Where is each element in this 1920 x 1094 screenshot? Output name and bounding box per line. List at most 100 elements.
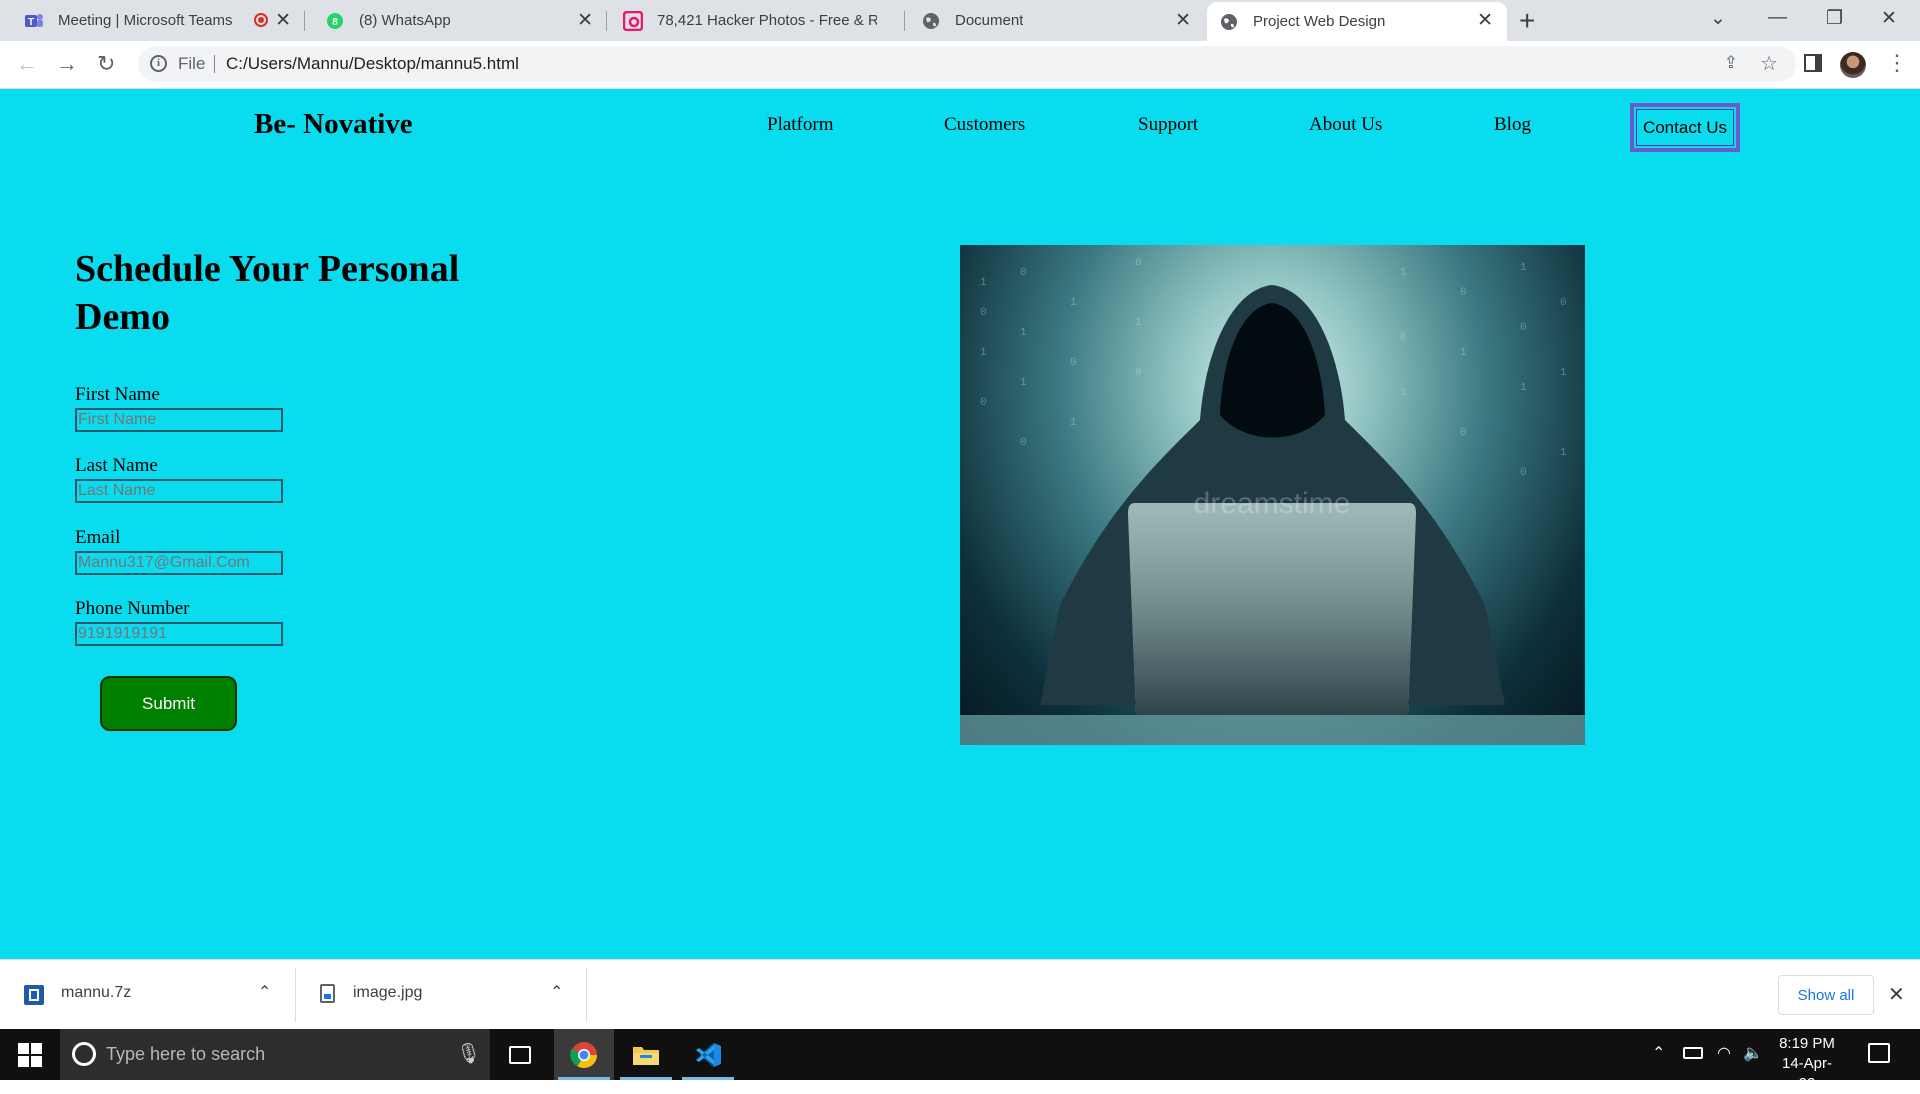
- svg-text:0: 0: [980, 397, 987, 409]
- back-icon[interactable]: ←: [16, 50, 38, 78]
- image-file-icon: [320, 984, 335, 1003]
- email-label: Email: [75, 527, 121, 548]
- chevron-up-icon[interactable]: ⌃: [550, 982, 563, 1002]
- svg-text:1: 1: [1020, 327, 1027, 339]
- volume-icon[interactable]: 🔈: [1743, 1043, 1763, 1063]
- page-heading: Schedule Your Personal Demo: [75, 248, 460, 338]
- svg-text:0: 0: [1400, 332, 1407, 344]
- close-tab-icon[interactable]: ✕: [577, 11, 593, 30]
- close-tab-icon[interactable]: ✕: [1175, 11, 1191, 30]
- divider: [214, 55, 215, 73]
- submit-button[interactable]: Submit: [100, 676, 237, 731]
- wifi-icon[interactable]: ◠: [1717, 1043, 1731, 1063]
- info-icon[interactable]: i: [150, 55, 167, 72]
- minimize-icon[interactable]: —: [1768, 7, 1787, 29]
- clock-date: 14-Apr-22: [1781, 1055, 1833, 1092]
- chevron-up-icon[interactable]: ⌃: [258, 982, 271, 1002]
- new-tab-icon[interactable]: +: [1519, 7, 1535, 35]
- address-bar[interactable]: i File C:/Users/Mannu/Desktop/mannu5.htm…: [138, 46, 1796, 82]
- phone-label: Phone Number: [75, 598, 190, 619]
- file-explorer-icon[interactable]: [616, 1029, 676, 1080]
- share-icon[interactable]: ⇪: [1724, 53, 1738, 73]
- tab-hacker-photos[interactable]: 78,421 Hacker Photos - Free & R: [607, 0, 905, 41]
- tab-search-icon[interactable]: ⌄: [1710, 7, 1726, 30]
- download-item[interactable]: image.jpg ⌃: [296, 960, 586, 1030]
- close-downloads-icon[interactable]: ✕: [1888, 982, 1905, 1007]
- close-window-icon[interactable]: ✕: [1881, 7, 1897, 30]
- download-item[interactable]: mannu.7z ⌃: [0, 960, 295, 1030]
- phone-field[interactable]: [75, 622, 283, 646]
- windows-taskbar: Type here to search 🎙 ⌃ ◠ 🔈 8:19 PM 14-A…: [0, 1029, 1920, 1092]
- downloads-bar: mannu.7z ⌃ image.jpg ⌃ Show all ✕: [0, 959, 1920, 1029]
- tab-teams[interactable]: T Meeting | Microsoft Teams ✕: [0, 0, 305, 41]
- svg-text:8: 8: [332, 17, 338, 28]
- nav-about-us[interactable]: About Us: [1309, 114, 1382, 136]
- download-filename: mannu.7z: [61, 984, 132, 1001]
- notifications-icon[interactable]: [1868, 1043, 1890, 1063]
- cortana-icon: [72, 1042, 96, 1066]
- windows-start-icon[interactable]: [18, 1043, 42, 1067]
- teams-icon: T: [24, 11, 44, 31]
- vscode-icon[interactable]: [678, 1029, 738, 1080]
- bookmark-star-icon[interactable]: ☆: [1760, 51, 1778, 76]
- menu-kebab-icon[interactable]: ⋮: [1886, 50, 1908, 76]
- globe-icon: [1219, 12, 1239, 32]
- task-view-icon[interactable]: [490, 1029, 550, 1080]
- svg-text:1: 1: [1560, 367, 1567, 379]
- nav-support[interactable]: Support: [1138, 114, 1198, 136]
- show-all-button[interactable]: Show all: [1778, 975, 1874, 1015]
- forward-icon[interactable]: →: [56, 50, 78, 78]
- email-field[interactable]: [75, 551, 283, 575]
- tab-whatsapp[interactable]: 8 (8) WhatsApp ✕: [305, 0, 607, 41]
- tab-project-web-design[interactable]: Project Web Design ✕: [1207, 2, 1507, 41]
- svg-text:0: 0: [1560, 297, 1567, 309]
- tab-title: (8) WhatsApp: [359, 12, 451, 29]
- svg-text:1: 1: [1460, 347, 1467, 359]
- contact-us-button[interactable]: Contact Us: [1630, 103, 1740, 152]
- last-name-field[interactable]: [75, 479, 283, 503]
- microphone-icon[interactable]: 🎙: [456, 1041, 481, 1066]
- restore-icon[interactable]: ❐: [1826, 7, 1843, 30]
- svg-text:1: 1: [980, 277, 987, 289]
- nav-platform[interactable]: Platform: [767, 114, 834, 136]
- svg-text:0: 0: [1135, 367, 1142, 379]
- first-name-label: First Name: [75, 384, 160, 405]
- svg-text:T: T: [28, 17, 34, 28]
- svg-text:1: 1: [980, 347, 987, 359]
- tab-title: Meeting | Microsoft Teams: [58, 12, 233, 29]
- svg-text:1: 1: [1070, 417, 1077, 429]
- close-tab-icon[interactable]: ✕: [275, 11, 291, 30]
- divider: [586, 968, 587, 1022]
- taskbar-search[interactable]: Type here to search 🎙: [60, 1029, 490, 1080]
- url-text[interactable]: C:/Users/Mannu/Desktop/mannu5.html: [226, 54, 519, 74]
- tab-title: 78,421 Hacker Photos - Free & R: [657, 12, 877, 29]
- reload-icon[interactable]: ↻: [97, 50, 115, 78]
- dreamstime-icon: [623, 10, 643, 31]
- chevron-up-icon[interactable]: ⌃: [1652, 1043, 1665, 1063]
- side-panel-icon[interactable]: [1804, 54, 1822, 72]
- svg-text:0: 0: [1460, 427, 1467, 439]
- system-clock[interactable]: 8:19 PM 14-Apr-22: [1776, 1034, 1838, 1094]
- first-name-field[interactable]: [75, 408, 283, 432]
- clock-time: 8:19 PM: [1779, 1035, 1835, 1052]
- battery-icon[interactable]: [1683, 1047, 1703, 1059]
- nav-customers[interactable]: Customers: [944, 114, 1025, 136]
- browser-toolbar: ← → ↻ i File C:/Users/Mannu/Desktop/mann…: [0, 41, 1920, 89]
- nav-blog[interactable]: Blog: [1494, 114, 1531, 136]
- svg-text:0: 0: [1520, 467, 1527, 479]
- site-brand[interactable]: Be- Novative: [254, 108, 413, 141]
- tab-strip: T Meeting | Microsoft Teams ✕ 8 (8) What…: [0, 0, 1920, 41]
- scheme-label: File: [178, 54, 206, 73]
- close-tab-icon[interactable]: ✕: [1477, 11, 1493, 30]
- svg-text:0: 0: [1520, 322, 1527, 334]
- download-filename: image.jpg: [353, 984, 423, 1001]
- globe-icon: [921, 11, 941, 31]
- svg-text:1: 1: [1520, 382, 1527, 394]
- tab-document[interactable]: Document ✕: [905, 0, 1205, 41]
- chrome-icon[interactable]: [554, 1029, 614, 1080]
- archive-file-icon: [24, 985, 44, 1005]
- svg-text:0: 0: [1020, 267, 1027, 279]
- profile-avatar[interactable]: [1840, 52, 1866, 78]
- svg-text:1: 1: [1020, 377, 1027, 389]
- svg-text:1: 1: [1135, 317, 1142, 329]
